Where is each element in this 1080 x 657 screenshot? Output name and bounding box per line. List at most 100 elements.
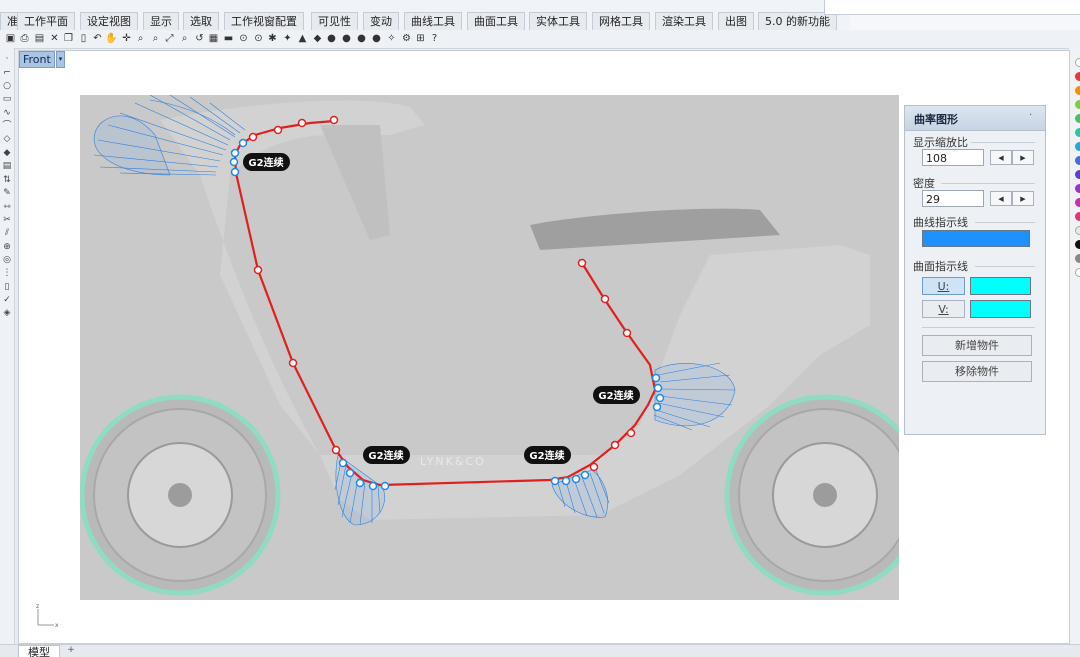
options-icon[interactable]: ⚙	[400, 32, 413, 45]
sphere-icon[interactable]: ●	[370, 32, 383, 45]
help-icon[interactable]: ?	[428, 32, 441, 45]
ribbon-tab[interactable]: 工作平面	[17, 12, 75, 30]
ribbon-tab[interactable]: 渲染工具	[655, 12, 713, 30]
density-decrease-button[interactable]: ◀	[990, 191, 1012, 206]
open-icon[interactable]: ▤	[33, 32, 46, 45]
viewport-title[interactable]: Front	[19, 51, 55, 68]
solid-icon[interactable]: ◆	[1, 148, 13, 159]
join-icon[interactable]: ⊕	[1, 242, 13, 253]
render-tool-icon[interactable]: ◈	[1, 308, 13, 319]
dimension-icon[interactable]: ⇿	[1, 202, 13, 213]
polyline-icon[interactable]: ⌐	[1, 68, 13, 79]
color-swatch-white[interactable]	[1075, 58, 1080, 67]
analyze-icon[interactable]: ▯	[1, 282, 13, 293]
snap-icon[interactable]: ⊙	[237, 32, 250, 45]
color-swatch-orange[interactable]	[1075, 86, 1080, 95]
v-toggle-button[interactable]: V:	[922, 300, 965, 318]
color-swatch-lightgray[interactable]	[1075, 226, 1080, 235]
fillet-icon[interactable]: ⌒	[1, 121, 13, 132]
ribbon-tab[interactable]: 实体工具	[529, 12, 587, 30]
add-object-button[interactable]: 新增物件	[922, 335, 1032, 356]
color-swatch-green[interactable]	[1075, 114, 1080, 123]
check-icon[interactable]: ✓	[1, 295, 13, 306]
split-icon[interactable]: ⫽	[1, 228, 13, 239]
density-input[interactable]: 29	[922, 190, 984, 207]
u-color-swatch[interactable]	[970, 277, 1031, 295]
edit-icon[interactable]: ✎	[1, 188, 13, 199]
zoom-icon[interactable]: ⌕	[134, 32, 147, 45]
shade-icon[interactable]: ●	[340, 32, 353, 45]
zoom-window-icon[interactable]: ⌕	[149, 32, 162, 45]
svg-text:G2连续: G2连续	[248, 156, 283, 169]
color-swatch-red[interactable]	[1075, 72, 1080, 81]
mesh-icon[interactable]: ▤	[1, 161, 13, 172]
history-icon[interactable]: ⊞	[414, 32, 427, 45]
color-swatch-purple[interactable]	[1075, 184, 1080, 193]
undo-icon[interactable]: ↶	[91, 32, 104, 45]
trim-icon[interactable]: ✂	[1, 215, 13, 226]
ribbon-tab[interactable]: 选取	[183, 12, 219, 30]
lock-icon[interactable]: ▲	[296, 32, 309, 45]
curve-indicator-color[interactable]	[922, 230, 1030, 247]
color-swatch-cyan[interactable]	[1075, 142, 1080, 151]
add-tab-button[interactable]: +	[64, 645, 78, 656]
print-icon[interactable]: ⎙	[18, 32, 31, 45]
array-icon[interactable]: ⋮	[1, 268, 13, 279]
save-icon[interactable]: ▣	[4, 32, 17, 45]
remove-object-button[interactable]: 移除物件	[922, 361, 1032, 382]
ribbon-tab[interactable]: 出图	[718, 12, 754, 30]
osnap-icon[interactable]: ⊙	[252, 32, 265, 45]
rebuild-icon[interactable]: ◎	[1, 255, 13, 266]
ribbon-tab[interactable]: 设定视图	[80, 12, 138, 30]
close-icon[interactable]: ·	[1029, 110, 1032, 121]
rectangle-icon[interactable]: ▭	[1, 94, 13, 105]
grid-icon[interactable]: ▦	[207, 32, 220, 45]
point-icon[interactable]: ·	[1, 54, 13, 65]
zoom-selected-icon[interactable]: ⌕	[178, 32, 191, 45]
scale-decrease-button[interactable]: ◀	[990, 150, 1012, 165]
viewport-menu-arrow[interactable]: ▾	[56, 51, 65, 68]
circle-icon[interactable]: ○	[1, 81, 13, 92]
color-swatch-magenta[interactable]	[1075, 198, 1080, 207]
color-swatch-black[interactable]	[1075, 240, 1080, 249]
color-swatch-blue[interactable]	[1075, 156, 1080, 165]
command-input[interactable]	[824, 0, 1080, 15]
scale-input[interactable]: 108	[922, 149, 984, 166]
undo-view-icon[interactable]: ↺	[193, 32, 206, 45]
color-swatch-indigo[interactable]	[1075, 170, 1080, 179]
gumball-icon[interactable]: ✱	[266, 32, 279, 45]
ribbon-tab[interactable]: 变动	[363, 12, 399, 30]
color-swatch-teal[interactable]	[1075, 128, 1080, 137]
surface-icon[interactable]: ◇	[1, 134, 13, 145]
ribbon-tab[interactable]: 网格工具	[592, 12, 650, 30]
u-toggle-button[interactable]: U:	[922, 277, 965, 295]
ribbon-tab[interactable]: 显示	[143, 12, 179, 30]
curve-icon[interactable]: ∿	[1, 108, 13, 119]
ribbon-tab[interactable]: 曲线工具	[404, 12, 462, 30]
v-color-swatch[interactable]	[970, 300, 1031, 318]
light-icon[interactable]: ✦	[281, 32, 294, 45]
ribbon-tab[interactable]: 曲面工具	[467, 12, 525, 30]
color-swatch-pink[interactable]	[1075, 212, 1080, 221]
material-icon[interactable]: ◆	[311, 32, 324, 45]
ribbon-tab[interactable]: 工作视窗配置	[224, 12, 304, 30]
copy-icon[interactable]: ❐	[62, 32, 75, 45]
scale-increase-button[interactable]: ▶	[1012, 150, 1034, 165]
transform-icon[interactable]: ⇅	[1, 175, 13, 186]
density-increase-button[interactable]: ▶	[1012, 191, 1034, 206]
color-swatch-gray[interactable]	[1075, 254, 1080, 263]
paste-icon[interactable]: ▯	[77, 32, 90, 45]
zoom-extents-icon[interactable]: ⤢	[163, 32, 176, 45]
divider	[922, 327, 1035, 328]
render-icon[interactable]: ●	[355, 32, 368, 45]
color-swatch-lime[interactable]	[1075, 100, 1080, 109]
pan-hand-icon[interactable]: ✋	[105, 32, 118, 45]
car-icon[interactable]: ▬	[222, 32, 235, 45]
color-swatch-white-2[interactable]	[1075, 268, 1080, 277]
ribbon-tab[interactable]: 可见性	[311, 12, 358, 30]
cut-icon[interactable]: ✕	[48, 32, 61, 45]
move-view-icon[interactable]: ✛	[120, 32, 133, 45]
sun-icon[interactable]: ✧	[385, 32, 398, 45]
color-wheel-icon[interactable]: ●	[325, 32, 338, 45]
model-tab[interactable]: 模型	[18, 645, 60, 657]
